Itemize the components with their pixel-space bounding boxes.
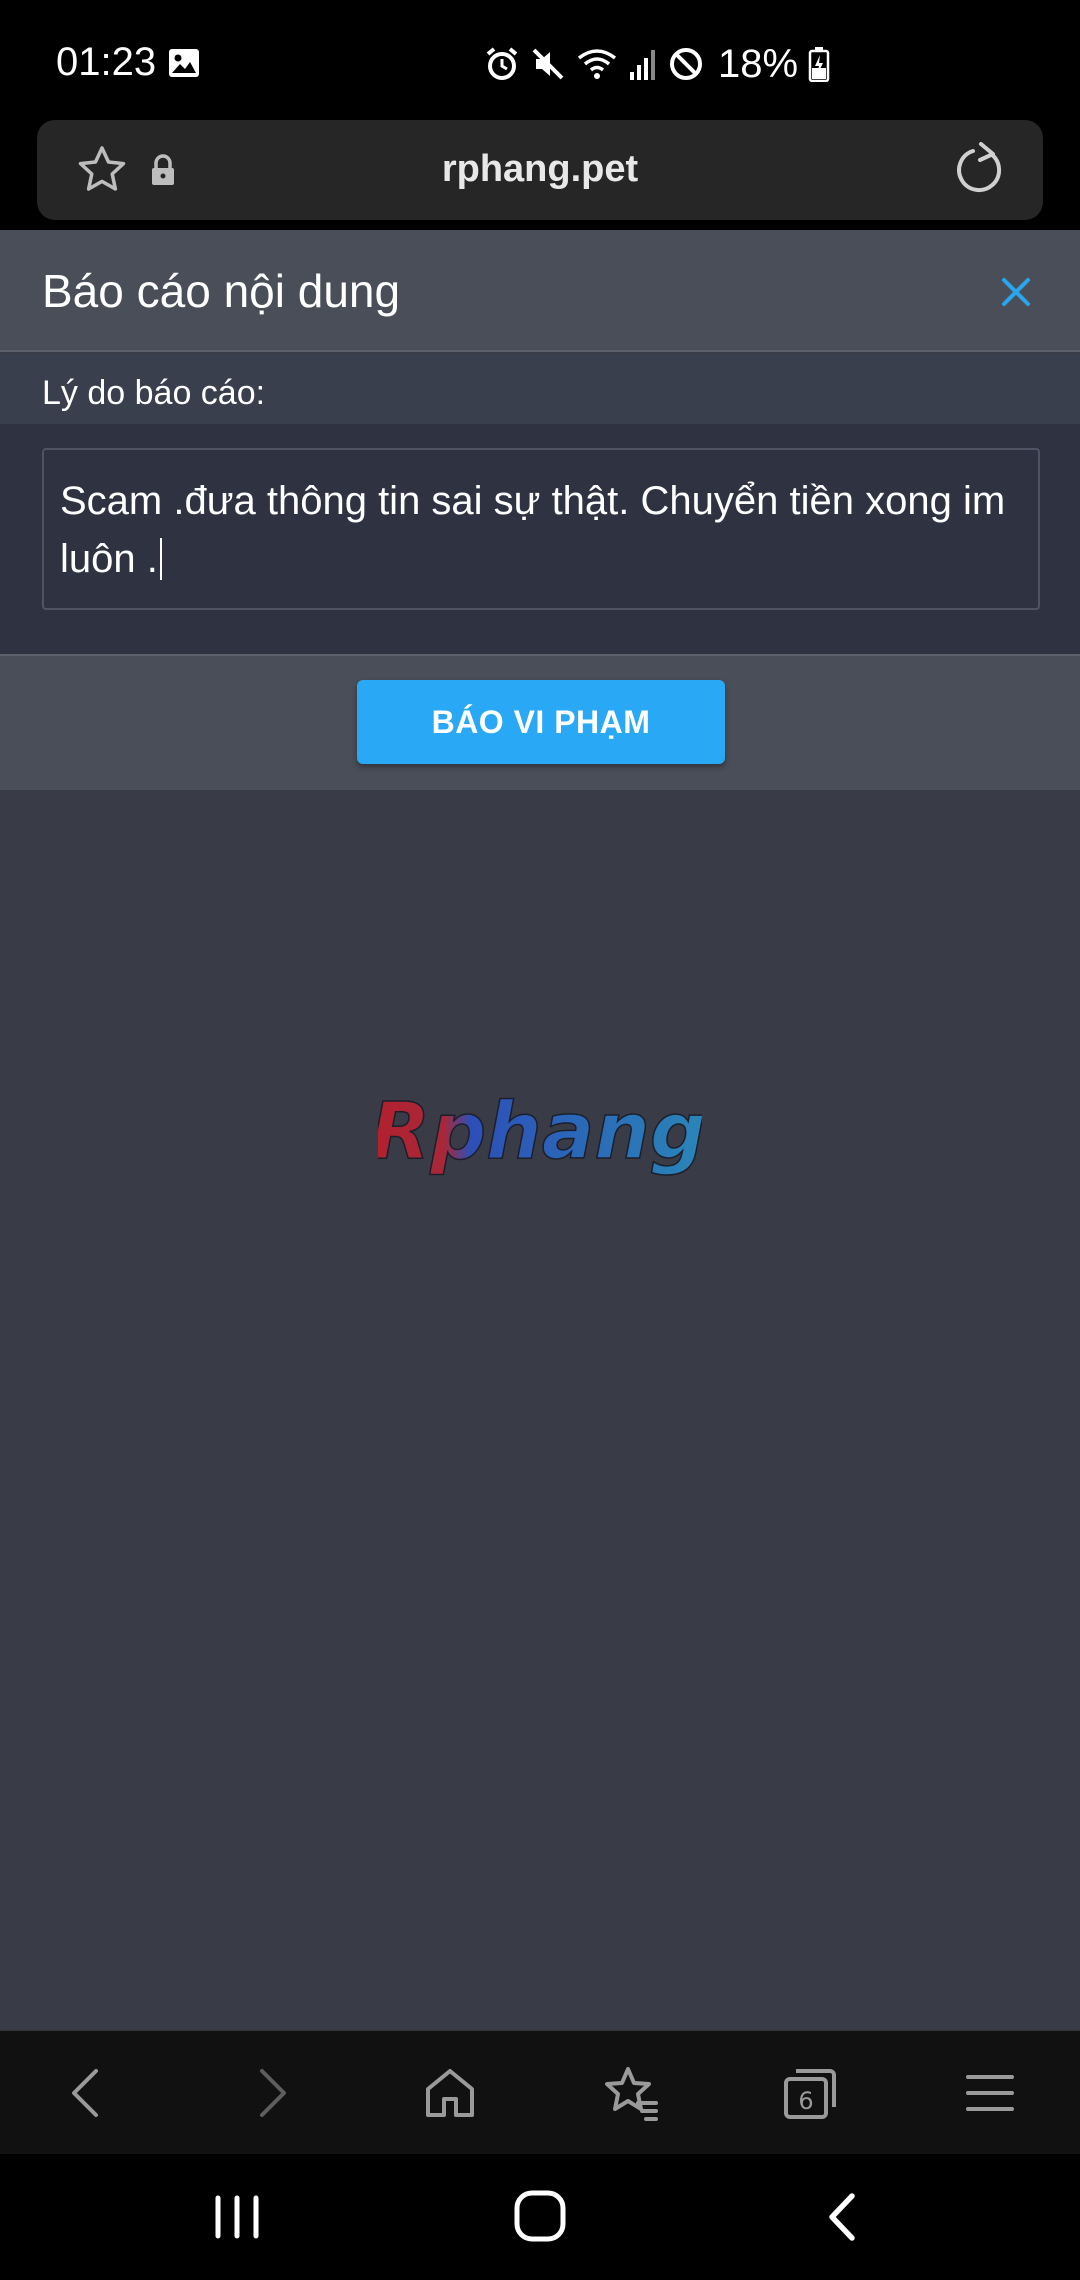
tabs-icon[interactable]: 6 bbox=[778, 2061, 842, 2125]
modal-title: Báo cáo nội dung bbox=[42, 265, 401, 317]
wifi-icon bbox=[576, 46, 618, 82]
reason-label-strip: Lý do báo cáo: bbox=[0, 354, 1080, 424]
reason-textarea[interactable]: Scam .đưa thông tin sai sự thật. Chuyển … bbox=[42, 448, 1040, 610]
rphang-logo: Rphang bbox=[370, 1086, 707, 1188]
menu-icon[interactable] bbox=[958, 2061, 1022, 2125]
text-caret bbox=[159, 538, 162, 580]
modal-header: Báo cáo nội dung bbox=[0, 230, 1080, 352]
home-button-icon[interactable] bbox=[505, 2184, 575, 2250]
reload-icon[interactable] bbox=[951, 142, 1005, 198]
do-not-disturb-icon bbox=[668, 46, 704, 82]
battery-charging-icon bbox=[808, 46, 830, 82]
system-navigation-bar bbox=[0, 2154, 1080, 2280]
bookmarks-icon[interactable] bbox=[598, 2061, 662, 2125]
forward-icon[interactable] bbox=[238, 2061, 302, 2125]
url-bar[interactable]: rphang.pet bbox=[37, 120, 1043, 220]
browser-toolbar: 6 bbox=[0, 2030, 1080, 2154]
recent-apps-icon[interactable] bbox=[202, 2184, 272, 2250]
battery-percent: 18% bbox=[718, 41, 799, 86]
logo-text: Rphang bbox=[378, 1088, 702, 1177]
status-bar: 01:23 18% bbox=[0, 0, 1080, 118]
back-icon[interactable] bbox=[56, 2061, 120, 2125]
alarm-icon bbox=[484, 46, 520, 82]
back-button-icon[interactable] bbox=[808, 2184, 878, 2250]
reason-label: Lý do báo cáo: bbox=[42, 374, 266, 412]
mute-icon bbox=[530, 46, 566, 82]
gallery-icon bbox=[168, 48, 200, 78]
status-icons: 18% bbox=[484, 41, 830, 86]
reason-text: Scam .đưa thông tin sai sự thật. Chuyển … bbox=[60, 479, 1006, 581]
close-icon[interactable] bbox=[996, 272, 1036, 312]
url-text[interactable]: rphang.pet bbox=[37, 148, 1043, 191]
report-violation-button[interactable]: BÁO VI PHẠM bbox=[357, 680, 725, 764]
signal-icon bbox=[628, 46, 658, 82]
home-icon[interactable] bbox=[418, 2061, 482, 2125]
tabs-count: 6 bbox=[798, 2087, 813, 2115]
modal-footer: BÁO VI PHẠM bbox=[0, 654, 1080, 790]
status-time: 01:23 bbox=[56, 40, 157, 84]
